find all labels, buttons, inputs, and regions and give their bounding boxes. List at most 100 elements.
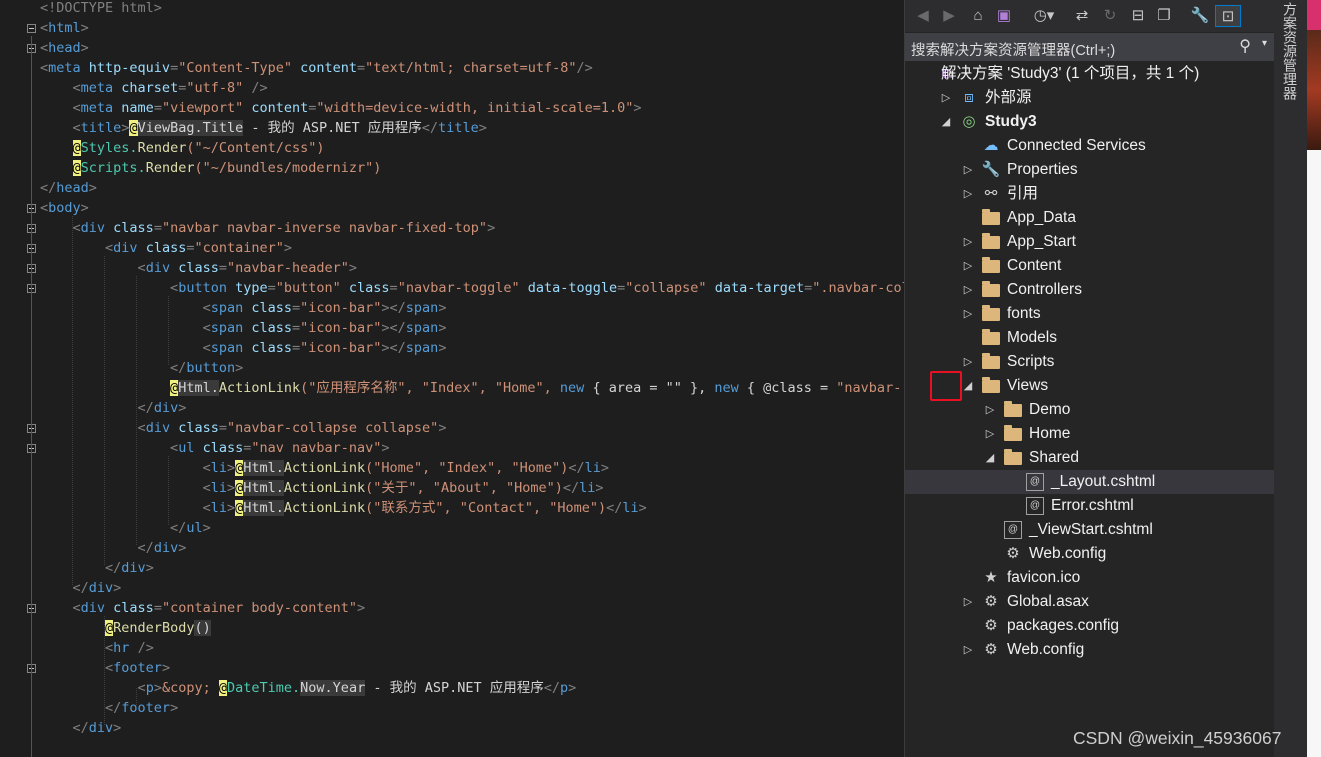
code-token: = [267, 280, 276, 296]
code-token: head [56, 180, 89, 196]
solution-explorer-side-tab[interactable]: 方案资源管理器 [1274, 0, 1307, 757]
tree-item[interactable]: ▷ Controllers [905, 278, 1275, 302]
code-line: <body> [40, 198, 89, 218]
code-token: < [40, 20, 49, 36]
expanded-arrow-icon[interactable]: ◢ [961, 374, 975, 398]
collapsed-arrow-icon[interactable]: ▷ [939, 86, 953, 110]
tree-item[interactable]: ◢ ◎ Study3 [905, 110, 1275, 134]
code-token: head [48, 40, 81, 56]
code-editor[interactable]: <!DOCTYPE html> <html> <head> <meta http-eq… [0, 0, 904, 757]
collapsed-arrow-icon[interactable]: ▷ [961, 230, 975, 254]
folder-icon [1004, 401, 1022, 417]
code-token: div [153, 400, 179, 416]
tree-item[interactable]: ▷ 🔧 Properties [905, 158, 1275, 182]
tree-item[interactable]: ⚙ Web.config [905, 542, 1275, 566]
collapsed-arrow-icon[interactable]: ▷ [961, 302, 975, 326]
code-token: ActionLink [283, 480, 366, 496]
collapsed-arrow-icon[interactable]: ▷ [983, 398, 997, 422]
search-icon[interactable]: ⚲ [1239, 36, 1251, 56]
collapsed-arrow-icon[interactable]: ▷ [961, 278, 975, 302]
collapsed-arrow-icon[interactable]: ▷ [961, 590, 975, 614]
refresh-icon[interactable]: ↻ [1099, 5, 1121, 27]
editor-gutter [0, 0, 40, 757]
tree-item[interactable]: ★ favicon.ico [905, 566, 1275, 590]
tree-item[interactable]: ▷ App_Start [905, 230, 1275, 254]
code-token: meta [80, 100, 122, 116]
tree-item[interactable]: ▷ Demo [905, 398, 1275, 422]
solution-explorer-toolbar: ◀ ▶ ⌂ ▣ ◷▾ ⇄ ↻ ⊟ ❐ 🔧 ⊡ [905, 0, 1275, 32]
code-token: = [291, 340, 301, 356]
collapsed-arrow-icon[interactable]: ▷ [961, 158, 975, 182]
tree-item[interactable]: Models [905, 326, 1275, 350]
code-token: ActionLink [283, 500, 366, 516]
preview-selected-icon[interactable]: ⊡ [1215, 5, 1241, 27]
pending-changes-icon[interactable]: ◷▾ [1029, 5, 1059, 27]
code-token: </ [137, 540, 154, 556]
tree-item[interactable]: ⧉ 解决方案 'Study3' (1 个项目，共 1 个) [905, 62, 1275, 86]
properties-icon[interactable]: 🔧 [1189, 5, 1211, 27]
folder-icon [982, 281, 1000, 297]
show-all-files-icon[interactable]: ❐ [1153, 5, 1175, 27]
code-token: div [80, 220, 114, 236]
collapsed-arrow-icon[interactable]: ▷ [961, 350, 975, 374]
back-icon[interactable]: ◀ [913, 5, 933, 27]
code-token: = [218, 260, 227, 276]
code-token: /> [576, 60, 593, 76]
code-token: > [283, 240, 293, 256]
collapse-all-icon[interactable]: ⊟ [1127, 5, 1149, 27]
code-token: "utf-8" [186, 80, 252, 96]
expanded-arrow-icon[interactable]: ◢ [983, 446, 997, 470]
collapsed-arrow-icon[interactable]: ▷ [983, 422, 997, 446]
code-token: > [438, 340, 447, 356]
code-token: = [153, 100, 162, 116]
chevron-down-icon[interactable]: ▾ [1262, 38, 1267, 49]
forward-icon[interactable]: ▶ [939, 5, 959, 27]
tree-item-label: _ViewStart.cshtml [1029, 521, 1153, 538]
tree-item[interactable]: ▷ Content [905, 254, 1275, 278]
tree-item[interactable]: @ _Layout.cshtml [905, 470, 1275, 494]
expanded-arrow-icon[interactable]: ◢ [939, 110, 953, 134]
home-icon[interactable]: ⌂ [967, 5, 989, 27]
tree-item[interactable]: ◢ Shared [905, 446, 1275, 470]
code-token: ("应用程序名称", "Index", "Home", [300, 380, 560, 396]
code-token: "container body-content" [161, 600, 358, 616]
code-token: /> [137, 640, 154, 656]
code-token: > [145, 560, 154, 576]
solution-search-box[interactable]: 搜索解决方案资源管理器(Ctrl+;) ⚲ ▾ [905, 32, 1275, 61]
tree-item[interactable]: ▷ fonts [905, 302, 1275, 326]
code-token: footer [121, 700, 171, 716]
code-token: > [88, 180, 97, 196]
sync-icon[interactable]: ⇄ [1071, 5, 1093, 27]
code-token: < [202, 460, 211, 476]
tree-item[interactable]: @ _ViewStart.cshtml [905, 518, 1275, 542]
tree-item[interactable]: ▷ ⚙ Web.config [905, 638, 1275, 662]
code-token: < [72, 220, 81, 236]
collapsed-arrow-icon[interactable]: ▷ [961, 182, 975, 206]
tree-item-label: 解决方案 'Study3' (1 个项目，共 1 个) [941, 65, 1200, 82]
code-token: li [622, 500, 639, 516]
code-token: Render [137, 140, 187, 156]
collapsed-arrow-icon[interactable]: ▷ [961, 254, 975, 278]
tree-item[interactable]: ☁ Connected Services [905, 134, 1275, 158]
tree-item[interactable]: ⚙ packages.config [905, 614, 1275, 638]
tree-item[interactable]: ▷ ⚯ 引用 [905, 182, 1275, 206]
tree-item[interactable]: ▷ Home [905, 422, 1275, 446]
code-token: Render [145, 160, 195, 176]
tree-item[interactable]: @ Error.cshtml [905, 494, 1275, 518]
code-token: ></ [381, 300, 406, 316]
tree-item[interactable]: App_Data [905, 206, 1275, 230]
vs-switch-views-icon[interactable]: ▣ [993, 5, 1015, 27]
code-token: data-toggle [527, 280, 618, 296]
code-token: @ [218, 680, 228, 696]
code-token: new [714, 380, 739, 396]
tree-item[interactable]: ▷ ⧈ 外部源 [905, 86, 1275, 110]
fold-toggle-icon[interactable] [27, 24, 36, 33]
tree-item-label: favicon.ico [1007, 569, 1081, 586]
collapsed-arrow-icon[interactable]: ▷ [961, 638, 975, 662]
code-token: > [381, 440, 390, 456]
tree-item[interactable]: ▷ ⚙ Global.asax [905, 590, 1275, 614]
